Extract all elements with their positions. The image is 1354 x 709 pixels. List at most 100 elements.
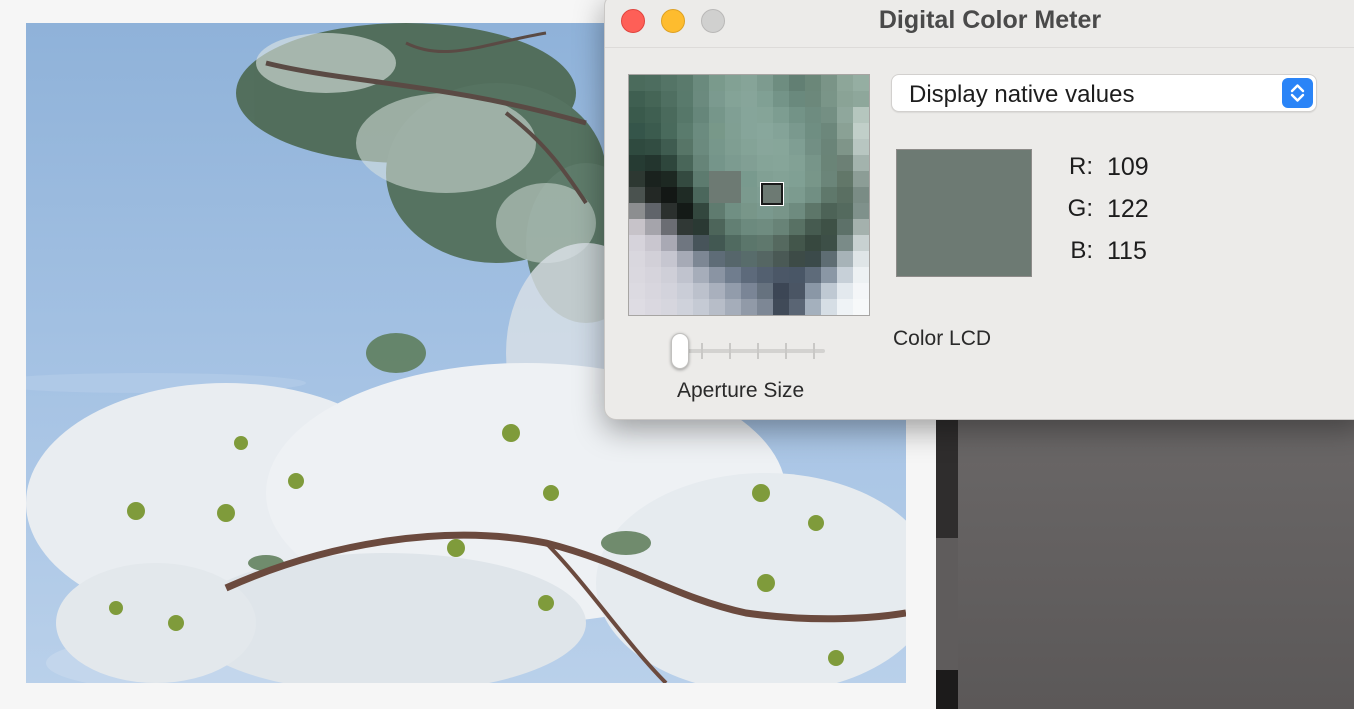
magnifier-pixel bbox=[837, 299, 853, 315]
magnifier-pixel bbox=[773, 283, 789, 299]
magnifier-pixel bbox=[709, 187, 725, 203]
magnifier-pixel bbox=[837, 251, 853, 267]
title-bar[interactable]: Digital Color Meter bbox=[605, 0, 1354, 47]
magnifier-pixel bbox=[725, 219, 741, 235]
magnifier-pixel bbox=[853, 203, 869, 219]
digital-color-meter-window: Digital Color Meter Aperture Size Displa… bbox=[604, 0, 1354, 420]
magnifier-pixel bbox=[789, 267, 805, 283]
magnifier-pixel bbox=[741, 267, 757, 283]
magnifier-pixel bbox=[837, 187, 853, 203]
magnifier-pixel bbox=[821, 123, 837, 139]
magnifier-pixel bbox=[709, 299, 725, 315]
magnifier-pixel bbox=[661, 139, 677, 155]
magnifier-pixel bbox=[629, 107, 645, 123]
magnifier-pixel bbox=[789, 235, 805, 251]
magnifier-pixel bbox=[661, 283, 677, 299]
magnifier-pixel bbox=[709, 283, 725, 299]
magnifier-pixel bbox=[709, 91, 725, 107]
magnifier-pixel bbox=[853, 235, 869, 251]
magnifier-pixel bbox=[741, 75, 757, 91]
magnifier-pixel bbox=[805, 91, 821, 107]
magnifier-pixel bbox=[837, 219, 853, 235]
magnifier-pixel bbox=[773, 251, 789, 267]
magnifier-pixel bbox=[837, 235, 853, 251]
magnifier-pixel bbox=[757, 283, 773, 299]
magnifier-view bbox=[628, 74, 870, 316]
magnifier-pixel bbox=[789, 299, 805, 315]
magnifier-pixel bbox=[725, 171, 741, 187]
magnifier-pixel bbox=[677, 235, 693, 251]
magnifier-pixel bbox=[741, 123, 757, 139]
magnifier-pixel bbox=[693, 283, 709, 299]
color-swatch bbox=[896, 149, 1032, 277]
magnifier-pixel bbox=[853, 267, 869, 283]
magnifier-pixel bbox=[757, 251, 773, 267]
magnifier-pixel bbox=[789, 171, 805, 187]
magnifier-pixel bbox=[773, 219, 789, 235]
magnifier-pixel bbox=[645, 267, 661, 283]
magnifier-pixel bbox=[709, 219, 725, 235]
magnifier-pixel bbox=[821, 139, 837, 155]
magnifier-pixel bbox=[645, 299, 661, 315]
magnifier-pixel bbox=[693, 267, 709, 283]
magnifier-pixel bbox=[661, 171, 677, 187]
slider-tick bbox=[757, 343, 759, 359]
magnifier-pixel bbox=[837, 107, 853, 123]
magnifier-pixel bbox=[741, 171, 757, 187]
magnifier-pixel bbox=[805, 219, 821, 235]
magnifier-pixel bbox=[661, 123, 677, 139]
magnifier-pixel bbox=[741, 91, 757, 107]
magnifier-pixel bbox=[757, 75, 773, 91]
magnifier-pixel bbox=[645, 107, 661, 123]
magnifier-pixel bbox=[677, 251, 693, 267]
magnifier-pixel bbox=[757, 123, 773, 139]
magnifier-pixel bbox=[677, 155, 693, 171]
display-mode-popup[interactable]: Display native values bbox=[891, 74, 1317, 112]
aperture-size-slider[interactable] bbox=[671, 331, 827, 371]
magnifier-pixel bbox=[821, 235, 837, 251]
magnifier-pixel bbox=[629, 123, 645, 139]
magnifier-pixel bbox=[773, 203, 789, 219]
magnifier-pixel bbox=[677, 219, 693, 235]
magnifier-pixel bbox=[853, 171, 869, 187]
magnifier-pixel bbox=[837, 123, 853, 139]
slider-tick bbox=[813, 343, 815, 359]
magnifier-pixel bbox=[821, 187, 837, 203]
magnifier-pixel bbox=[773, 299, 789, 315]
magnifier-pixel bbox=[661, 155, 677, 171]
chevron-up-down-icon bbox=[1290, 84, 1305, 102]
slider-thumb[interactable] bbox=[671, 333, 689, 369]
magnifier-pixel bbox=[757, 91, 773, 107]
red-value: 109 bbox=[1107, 153, 1149, 181]
background-window-edge bbox=[936, 418, 958, 538]
magnifier-pixel bbox=[805, 187, 821, 203]
magnifier-pixel bbox=[693, 155, 709, 171]
magnifier-pixel bbox=[757, 139, 773, 155]
magnifier-pixel bbox=[725, 283, 741, 299]
magnifier-pixel bbox=[805, 155, 821, 171]
magnifier-pixel bbox=[773, 155, 789, 171]
aperture-indicator bbox=[760, 182, 784, 206]
magnifier-pixel bbox=[741, 219, 757, 235]
magnifier-pixel bbox=[629, 139, 645, 155]
magnifier-pixel bbox=[805, 203, 821, 219]
green-value: 122 bbox=[1107, 195, 1149, 223]
magnifier-pixel bbox=[805, 123, 821, 139]
popup-stepper-icon[interactable] bbox=[1282, 78, 1313, 108]
magnifier-pixel bbox=[661, 187, 677, 203]
magnifier-pixel bbox=[837, 91, 853, 107]
magnifier-pixel bbox=[629, 251, 645, 267]
magnifier-pixel bbox=[757, 299, 773, 315]
magnifier-pixel bbox=[789, 283, 805, 299]
magnifier-pixel bbox=[837, 203, 853, 219]
magnifier-pixel bbox=[741, 299, 757, 315]
magnifier-pixel bbox=[677, 283, 693, 299]
magnifier-pixel bbox=[821, 91, 837, 107]
magnifier-pixel bbox=[645, 283, 661, 299]
magnifier-pixel bbox=[725, 75, 741, 91]
magnifier-pixel bbox=[725, 107, 741, 123]
magnifier-pixel bbox=[709, 75, 725, 91]
magnifier-pixel bbox=[725, 267, 741, 283]
magnifier-pixel bbox=[693, 251, 709, 267]
magnifier-pixel bbox=[773, 75, 789, 91]
